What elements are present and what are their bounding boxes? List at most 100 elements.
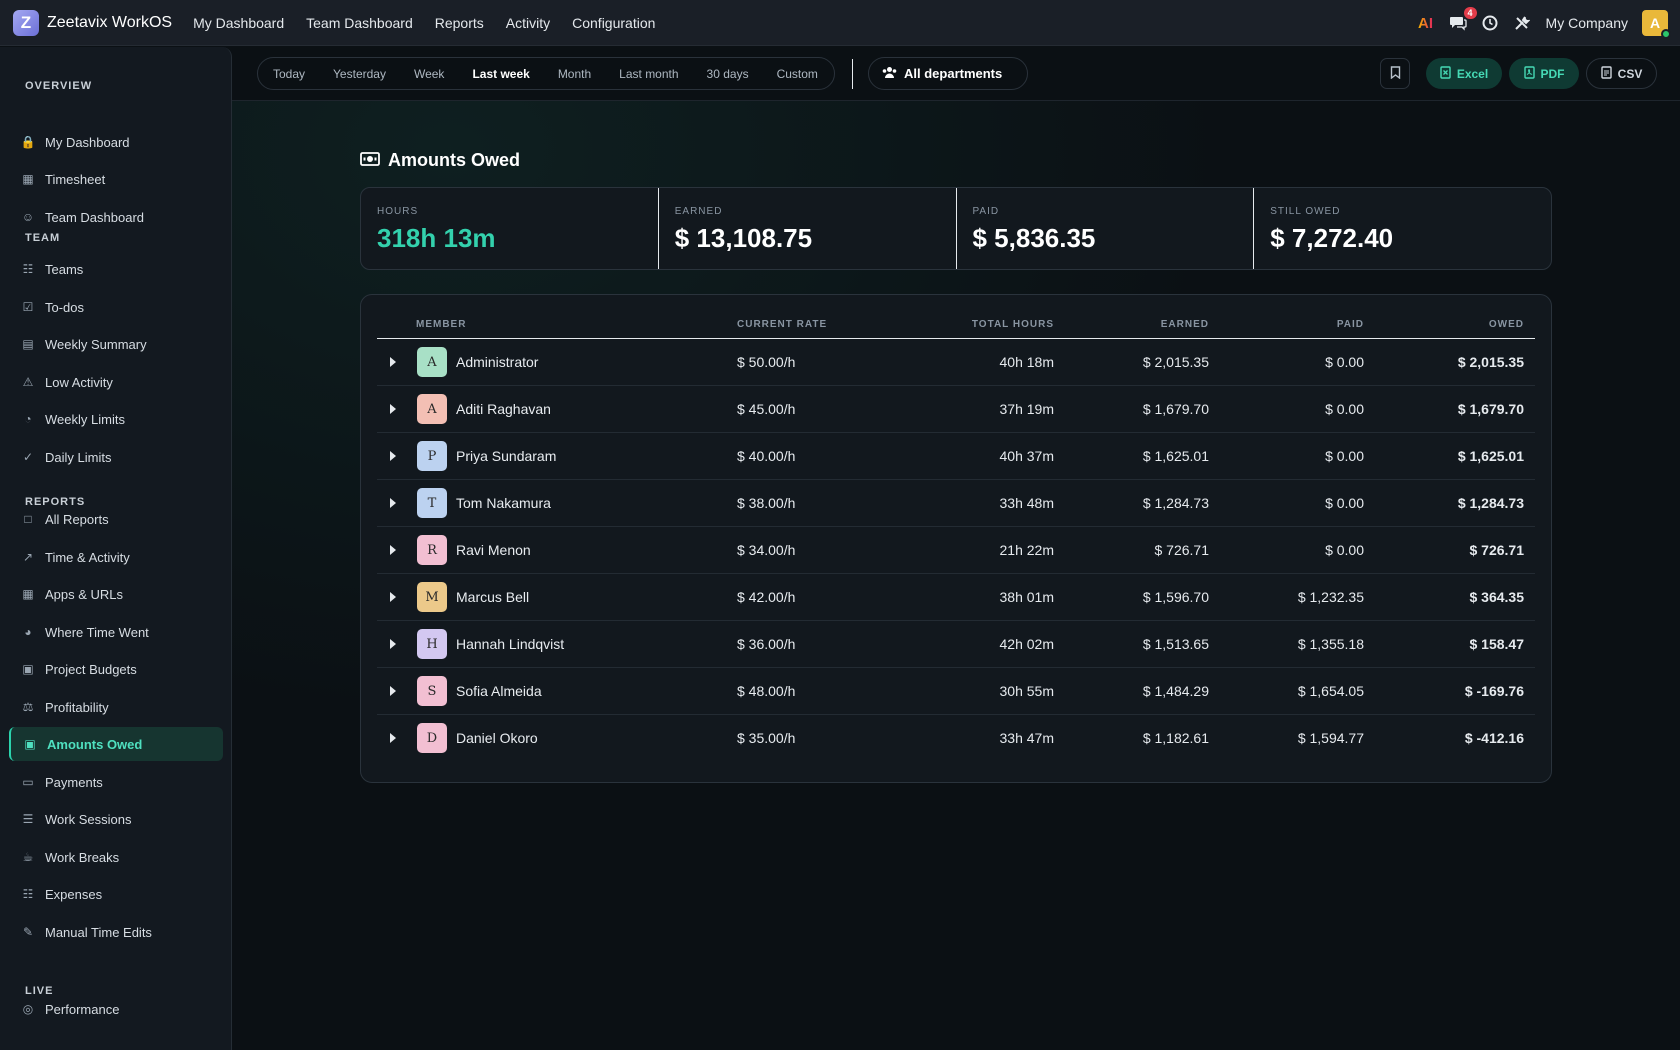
target-icon: ◎ [22, 1002, 34, 1016]
member-name[interactable]: Ravi Menon [456, 542, 531, 558]
col-paid[interactable]: PAID [1337, 319, 1364, 330]
clock-icon[interactable] [1480, 13, 1500, 33]
member-avatar: P [417, 441, 447, 471]
member-name[interactable]: Administrator [456, 354, 538, 370]
sidebar-item-amounts-owed[interactable]: ▣ Amounts Owed [9, 727, 223, 761]
expand-caret-icon[interactable] [390, 404, 396, 414]
sidebar-item-where-time-went[interactable]: ◕ Where Time Went [9, 615, 223, 649]
sidebar-item-all-reports[interactable]: □ All Reports [9, 502, 223, 536]
sidebar-item-profitability[interactable]: ⚖ Profitability [9, 690, 223, 724]
sidebar-item-timesheet[interactable]: ▦ Timesheet [9, 162, 223, 196]
sidebar-item-label: Where Time Went [45, 624, 149, 640]
member-name[interactable]: Tom Nakamura [456, 495, 551, 511]
sidebar-item-label: Manual Time Edits [45, 924, 152, 940]
stat-paid: PAID $ 5,836.35 [957, 188, 1255, 269]
range-custom[interactable]: Custom [777, 67, 818, 81]
member-name[interactable]: Aditi Raghavan [456, 401, 551, 417]
range-last-month[interactable]: Last month [619, 67, 678, 81]
sidebar-item-label: Low Activity [45, 374, 113, 390]
member-name[interactable]: Hannah Lindqvist [456, 636, 564, 652]
sidebar-item-work-sessions[interactable]: ☰ Work Sessions [9, 802, 223, 836]
sidebar-item-expenses[interactable]: ☷ Expenses [9, 877, 223, 911]
table-row[interactable]: S Sofia Almeida $ 48.00/h 30h 55m $ 1,484.29… [377, 668, 1535, 715]
member-name[interactable]: Daniel Okoro [456, 730, 538, 746]
sidebar-item-apps-urls[interactable]: ▦ Apps & URLs [9, 577, 223, 611]
nav-reports[interactable]: Reports [435, 15, 484, 31]
file-csv-icon [1600, 65, 1612, 82]
range-month[interactable]: Month [558, 67, 591, 81]
earned-amount: $ 1,625.01 [1142, 448, 1209, 464]
app-name[interactable]: Zeetavix WorkOS [47, 14, 172, 32]
range-30-days[interactable]: 30 days [707, 67, 749, 81]
sidebar-item-performance[interactable]: ◎ Performance [9, 992, 223, 1026]
export-excel-button[interactable]: Excel [1426, 58, 1502, 89]
range-week[interactable]: Week [414, 67, 444, 81]
sidebar-item-to-dos[interactable]: ☑ To-dos [9, 290, 223, 324]
table-row[interactable]: A Aditi Raghavan $ 45.00/h 37h 19m $ 1,679.7… [377, 386, 1535, 433]
chat-icon[interactable]: 4 [1448, 7, 1477, 33]
export-csv-button[interactable]: CSV [1586, 58, 1657, 89]
range-yesterday[interactable]: Yesterday [333, 67, 386, 81]
member-name[interactable]: Marcus Bell [456, 589, 529, 605]
table-row[interactable]: D Daniel Okoro $ 35.00/h 33h 47m $ 1,182.61 $… [377, 715, 1535, 762]
total-hours: 40h 37m [999, 448, 1054, 464]
sidebar-item-manual-time-edits[interactable]: ✎ Manual Time Edits [9, 915, 223, 949]
app-logo[interactable]: Z [13, 9, 39, 36]
company-name[interactable]: My Company [1546, 15, 1628, 31]
user-avatar[interactable]: A [1642, 10, 1671, 39]
sidebar-item-label: Apps & URLs [45, 586, 124, 602]
nav-activity[interactable]: Activity [506, 15, 550, 31]
sidebar-item-low-activity[interactable]: ⚠ Low Activity [9, 365, 223, 399]
table-row[interactable]: R Ravi Menon $ 34.00/h 21h 22m $ 726.71 $ 0.0… [377, 527, 1535, 574]
member-name[interactable]: Sofia Almeida [456, 683, 542, 699]
current-rate: $ 48.00/h [737, 683, 796, 699]
export-pdf-button[interactable]: PDF [1509, 58, 1579, 89]
expand-caret-icon[interactable] [390, 639, 396, 649]
col-owed[interactable]: OWED [1489, 319, 1524, 330]
sidebar-item-label: Teams [45, 261, 84, 277]
sidebar-item-weekly-summary[interactable]: ▤ Weekly Summary [9, 327, 223, 361]
table-row[interactable]: H Hannah Lindqvist $ 36.00/h 42h 02m $ 1,513… [377, 621, 1535, 668]
ai-icon[interactable]: AI [1416, 13, 1436, 33]
online-status-dot [1661, 29, 1671, 39]
range-last-week[interactable]: Last week [472, 67, 529, 81]
col-member[interactable]: MEMBER [416, 319, 466, 330]
member-name[interactable]: Priya Sundaram [456, 448, 556, 464]
expand-caret-icon[interactable] [390, 592, 396, 602]
total-hours: 33h 48m [999, 495, 1054, 511]
range-today[interactable]: Today [273, 67, 305, 81]
sidebar-item-work-breaks[interactable]: ☕ Work Breaks [9, 840, 223, 874]
col-total-hours[interactable]: TOTAL HOURS [972, 319, 1054, 330]
table-row[interactable]: P Priya Sundaram $ 40.00/h 40h 37m $ 1,625.0… [377, 433, 1535, 480]
member-avatar: A [417, 394, 447, 424]
col-current-rate[interactable]: CURRENT RATE [737, 319, 827, 330]
nav-my-dashboard[interactable]: My Dashboard [193, 15, 284, 31]
expand-caret-icon[interactable] [390, 498, 396, 508]
expand-caret-icon[interactable] [390, 451, 396, 461]
sidebar-item-project-budgets[interactable]: ▣ Project Budgets [9, 652, 223, 686]
sidebar-item-time-activity[interactable]: ↗ Time & Activity [9, 540, 223, 574]
table-row[interactable]: A Administrator $ 50.00/h 40h 18m $ 2,015.35… [377, 339, 1535, 386]
stat-still-owed-value: $ 7,272.40 [1270, 223, 1394, 253]
sidebar-item-my-dashboard[interactable]: 🔒 My Dashboard [9, 125, 223, 159]
sidebar-item-teams[interactable]: ☷ Teams [9, 252, 223, 286]
nav-configuration[interactable]: Configuration [572, 15, 655, 31]
expand-caret-icon[interactable] [390, 357, 396, 367]
file-excel-icon [1440, 65, 1451, 82]
col-earned[interactable]: EARNED [1161, 319, 1209, 330]
sidebar-item-daily-limits[interactable]: ✓ Daily Limits [9, 440, 223, 474]
expand-caret-icon[interactable] [390, 733, 396, 743]
sidebar-item-payments[interactable]: ▭ Payments [9, 765, 223, 799]
table-row[interactable]: M Marcus Bell $ 42.00/h 38h 01m $ 1,596.70 $ … [377, 574, 1535, 621]
total-hours: 37h 19m [999, 401, 1054, 417]
table-row[interactable]: T Tom Nakamura $ 38.00/h 33h 48m $ 1,284.73 $… [377, 480, 1535, 527]
expand-caret-icon[interactable] [390, 545, 396, 555]
top-navbar: Z Zeetavix WorkOS My Dashboard Team Dash… [0, 0, 1680, 46]
nav-team-dashboard[interactable]: Team Dashboard [306, 15, 413, 31]
department-filter[interactable]: All departments [868, 57, 1028, 90]
bookmark-button[interactable] [1380, 58, 1410, 89]
tools-icon[interactable] [1512, 13, 1532, 33]
sidebar-item-team-dashboard[interactable]: ☺ Team Dashboard [9, 200, 223, 234]
expand-caret-icon[interactable] [390, 686, 396, 696]
sidebar-item-weekly-limits[interactable]: ◔ Weekly Limits [9, 402, 223, 436]
